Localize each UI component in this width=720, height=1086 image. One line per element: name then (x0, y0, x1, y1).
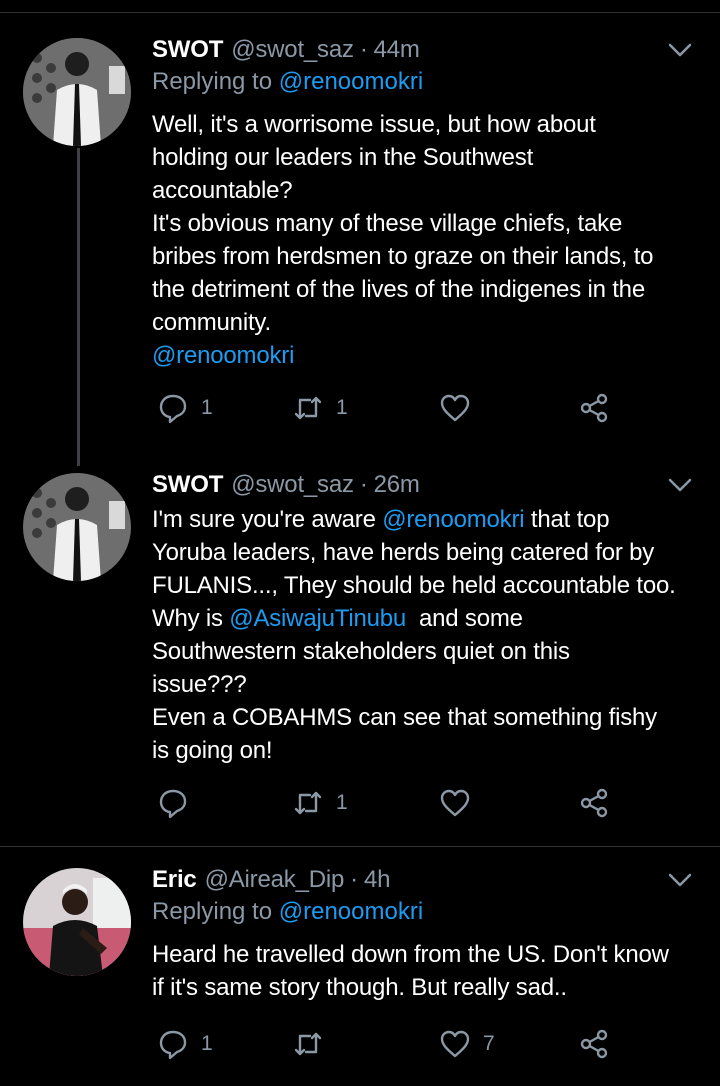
reply-icon (159, 1030, 187, 1060)
replying-to: Replying to @renoomokri (152, 68, 423, 96)
tweet-actions: 1 7 (152, 1026, 622, 1062)
separator-dot: · (359, 36, 368, 63)
avatar[interactable] (23, 38, 131, 146)
text-segment: I'm sure you're aware (152, 506, 383, 533)
inline-mention[interactable]: @AsiwajuTinubu (229, 605, 406, 632)
replying-to: Replying to @renoomokri (152, 898, 423, 926)
tweet-actions: 1 (152, 785, 622, 821)
retweet-icon (294, 1032, 322, 1056)
tweet-1[interactable]: SWOT @swot_saz · 44m Replying to @renoom… (0, 30, 720, 450)
tweet-header: SWOT @swot_saz · 26m (152, 465, 420, 505)
retweet-icon (294, 791, 322, 815)
like-button[interactable]: 7 (439, 1026, 495, 1062)
tweet-line: bribes from herdsmen to graze on their l… (152, 243, 654, 270)
tweet-line: the detriment of the lives of the indige… (152, 276, 645, 303)
reply-button[interactable] (157, 785, 201, 821)
retweet-count: 1 (336, 791, 348, 814)
timestamp[interactable]: 44m (374, 36, 420, 64)
tweet-text: I'm sure you're aware @renoomokri that t… (152, 503, 712, 767)
tweet-actions: 1 1 (152, 390, 622, 426)
replying-prefix: Replying to (152, 898, 279, 925)
tweet-divider (0, 846, 720, 847)
reply-count: 1 (201, 1032, 213, 1055)
chevron-down-icon[interactable] (666, 471, 694, 499)
retweet-button[interactable]: 1 (292, 785, 348, 821)
tweet-line: community. (152, 309, 271, 336)
author-handle[interactable]: @swot_saz (231, 36, 354, 64)
author-name[interactable]: SWOT (152, 36, 223, 64)
tweet-line: if it's same story though. But really sa… (152, 974, 567, 1001)
tweet-text: Well, it's a worrisome issue, but how ab… (152, 108, 712, 372)
reply-icon (159, 394, 187, 424)
tweet-line: is going on! (152, 737, 273, 764)
tweet-header: Eric @Aireak_Dip · 4h (152, 860, 390, 900)
tweet-2[interactable]: SWOT @swot_saz · 26m I'm sure you're awa… (0, 465, 720, 835)
tweet-line: FULANIS..., They should be held accounta… (152, 572, 676, 599)
author-name[interactable]: Eric (152, 866, 197, 894)
author-handle[interactable]: @Aireak_Dip (205, 866, 345, 894)
share-button[interactable] (578, 1026, 610, 1062)
reply-count: 1 (201, 396, 213, 419)
tweet-line: accountable? (152, 177, 293, 204)
share-icon (580, 1029, 608, 1059)
timestamp[interactable]: 26m (374, 471, 420, 499)
replying-to-mention[interactable]: @renoomokri (279, 68, 423, 95)
separator-dot: · (350, 866, 358, 893)
tweet-line: I'm sure you're aware @renoomokri that t… (152, 503, 712, 536)
chevron-down-icon[interactable] (666, 866, 694, 894)
chevron-down-icon[interactable] (666, 36, 694, 64)
share-button[interactable] (578, 785, 610, 821)
tweet-line: Why is @AsiwajuTinubu and some (152, 602, 712, 635)
tweet-line: Southwestern stakeholders quiet on this (152, 638, 570, 665)
author-name[interactable]: SWOT (152, 471, 223, 499)
inline-mention[interactable]: @renoomokri (382, 506, 524, 533)
tweet-line: Yoruba leaders, have herds being catered… (152, 539, 655, 566)
like-button[interactable] (439, 390, 483, 426)
tweet-header: SWOT @swot_saz · 44m (152, 30, 420, 70)
like-icon (440, 789, 470, 817)
like-count: 7 (483, 1032, 495, 1055)
tweet-line: issue??? (152, 671, 247, 698)
author-handle[interactable]: @swot_saz (231, 471, 354, 499)
tweet-text: Heard he travelled down from the US. Don… (152, 938, 712, 1004)
top-divider (0, 12, 720, 13)
text-segment: Why is (152, 605, 230, 632)
like-icon (440, 1030, 470, 1058)
tweet-line: Even a COBAHMS can see that something fi… (152, 704, 657, 731)
tweet-line: It's obvious many of these village chief… (152, 210, 623, 237)
reply-button[interactable]: 1 (157, 390, 213, 426)
timestamp[interactable]: 4h (364, 866, 390, 894)
retweet-button[interactable]: 1 (292, 390, 348, 426)
share-icon (580, 788, 608, 818)
separator-dot: · (359, 471, 368, 498)
tweet-line: Well, it's a worrisome issue, but how ab… (152, 111, 596, 138)
like-icon (440, 394, 470, 422)
tweet-3[interactable]: Eric @Aireak_Dip · 4h Replying to @renoo… (0, 860, 720, 1070)
share-icon (580, 393, 608, 423)
retweet-icon (294, 396, 322, 420)
replying-prefix: Replying to (152, 68, 279, 95)
tweet-line: holding our leaders in the Southwest (152, 144, 534, 171)
tweet-thread-screen: SWOT @swot_saz · 44m Replying to @renoom… (0, 0, 720, 1086)
retweet-button[interactable] (292, 1026, 336, 1062)
tweet-line: Heard he travelled down from the US. Don… (152, 941, 669, 968)
reply-icon (159, 789, 187, 819)
replying-to-mention[interactable]: @renoomokri (279, 898, 423, 925)
share-button[interactable] (578, 390, 610, 426)
reply-button[interactable]: 1 (157, 1026, 213, 1062)
avatar[interactable] (23, 868, 131, 976)
avatar[interactable] (23, 473, 131, 581)
text-segment: that top (524, 506, 610, 533)
retweet-count: 1 (336, 396, 348, 419)
like-button[interactable] (439, 785, 483, 821)
text-segment: and some (406, 605, 523, 632)
trailing-mention[interactable]: @renoomokri (152, 339, 712, 372)
